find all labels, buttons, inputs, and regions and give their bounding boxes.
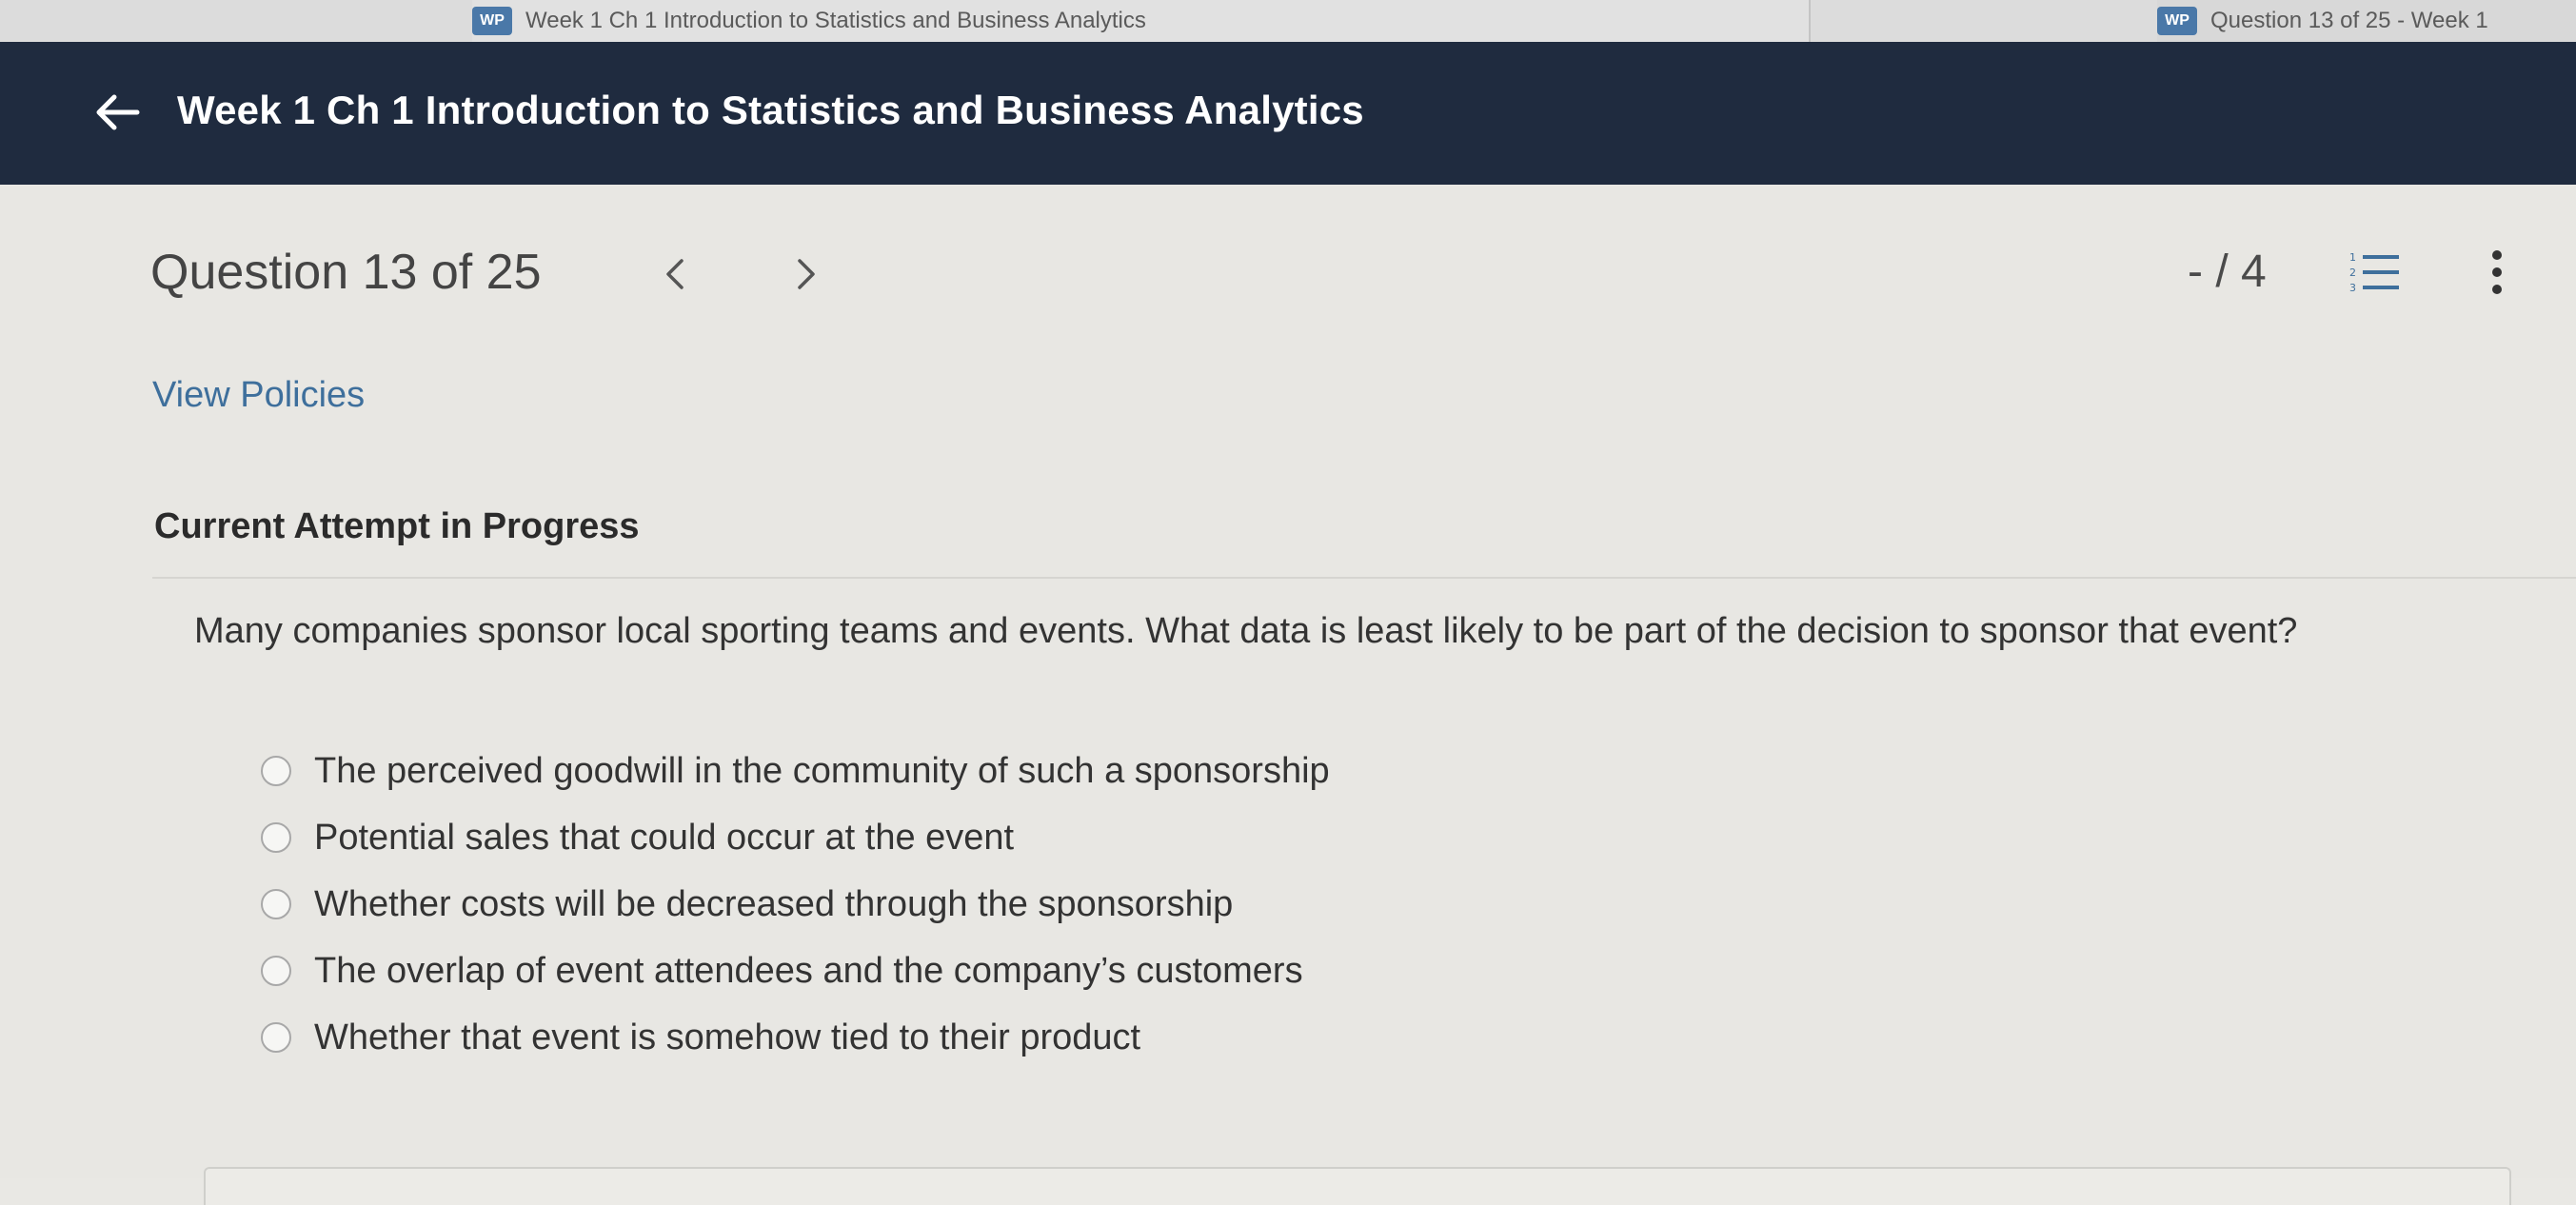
radio-button[interactable] (261, 822, 291, 853)
vertical-ellipsis-icon[interactable] (2483, 246, 2511, 299)
browser-tab-question[interactable]: WP Question 13 of 25 - Week 1 (2157, 0, 2576, 42)
answer-option[interactable]: The overlap of event attendees and the c… (261, 942, 1303, 999)
answer-option[interactable]: Whether that event is somehow tied to th… (261, 1009, 1140, 1066)
assignment-title: Week 1 Ch 1 Introduction to Statistics a… (177, 88, 1364, 132)
wp-favicon-icon: WP (472, 7, 512, 35)
numbered-list-icon[interactable]: 1 2 3 (2348, 249, 2403, 295)
answer-option[interactable]: Whether costs will be decreased through … (261, 876, 1233, 933)
assignment-header: Week 1 Ch 1 Introduction to Statistics a… (0, 42, 2576, 185)
question-counter: Question 13 of 25 (150, 245, 542, 300)
wp-favicon-icon: WP (2157, 7, 2197, 35)
chevron-right-icon[interactable] (790, 253, 824, 295)
divider (152, 577, 2576, 579)
main-content: Question 13 of 25 - / 4 1 2 3 View Polic… (0, 185, 2576, 1205)
question-navigation-bar: Question 13 of 25 - / 4 1 2 3 (0, 185, 2576, 362)
svg-text:2: 2 (2349, 267, 2356, 279)
answer-option-label: The perceived goodwill in the community … (314, 750, 1330, 791)
radio-button[interactable] (261, 889, 291, 919)
browser-tab-assignment[interactable]: WP Week 1 Ch 1 Introduction to Statistic… (472, 0, 1811, 42)
attempt-status-heading: Current Attempt in Progress (154, 506, 640, 546)
answer-option-label: Potential sales that could occur at the … (314, 817, 1015, 858)
answer-option-label: Whether costs will be decreased through … (314, 883, 1234, 924)
svg-text:1: 1 (2349, 251, 2356, 264)
radio-button[interactable] (261, 956, 291, 986)
browser-tab-title: Week 1 Ch 1 Introduction to Statistics a… (525, 8, 1146, 33)
answer-option-label: Whether that event is somehow tied to th… (314, 1017, 1141, 1057)
chevron-left-icon[interactable] (657, 253, 691, 295)
question-score: - / 4 (2188, 247, 2267, 297)
left-arrow-icon[interactable] (91, 91, 141, 133)
radio-button[interactable] (261, 756, 291, 786)
answer-panel-edge (204, 1167, 2511, 1205)
svg-text:3: 3 (2349, 282, 2356, 294)
answer-option[interactable]: Potential sales that could occur at the … (261, 809, 1014, 866)
browser-tab-title: Question 13 of 25 - Week 1 (2210, 8, 2488, 33)
answer-option[interactable]: The perceived goodwill in the community … (261, 742, 1330, 800)
answer-option-label: The overlap of event attendees and the c… (314, 950, 1303, 991)
question-prompt: Many companies sponsor local sporting te… (194, 611, 2298, 651)
radio-button[interactable] (261, 1022, 291, 1053)
view-policies-link[interactable]: View Policies (152, 375, 365, 416)
browser-tab-strip: WP Week 1 Ch 1 Introduction to Statistic… (0, 0, 2576, 42)
